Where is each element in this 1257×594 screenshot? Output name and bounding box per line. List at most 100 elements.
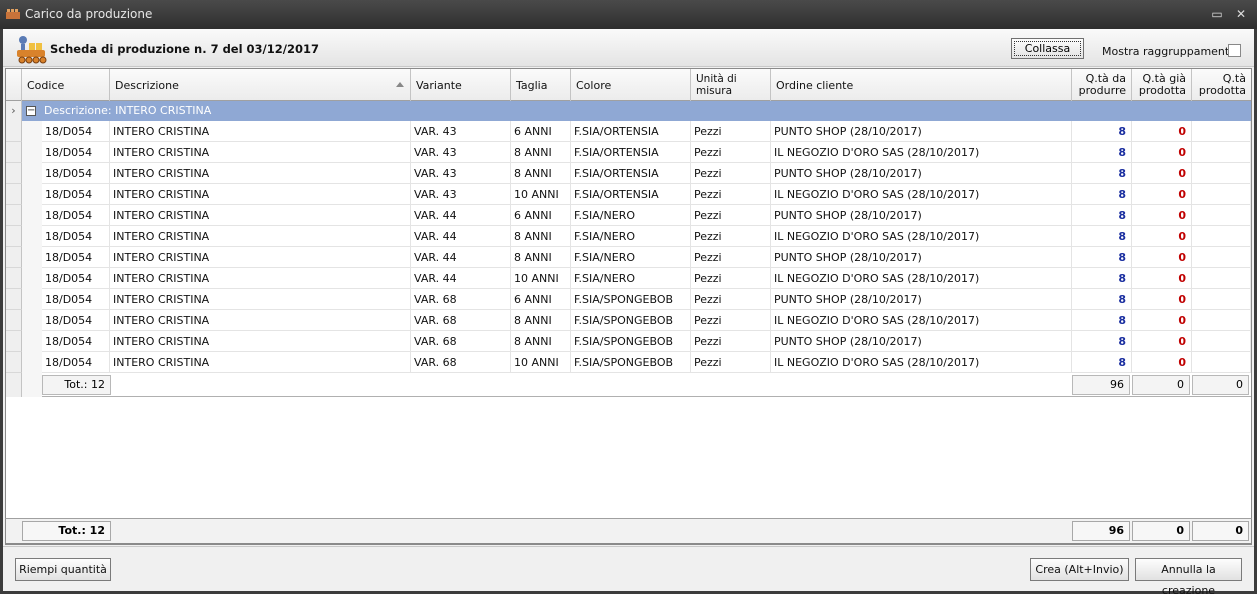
row-indicator[interactable] (6, 310, 22, 331)
group-total-qta-prodotta: 0 (1192, 375, 1249, 395)
cell-qta-prodotta[interactable] (1192, 226, 1251, 247)
table-row[interactable]: 18/D054 INTERO CRISTINA VAR. 43 8 ANNI F.SIA… (6, 142, 1251, 163)
table-row[interactable]: 18/D054 INTERO CRISTINA VAR. 44 10 ANNI F.SI… (6, 268, 1251, 289)
column-header-colore[interactable]: Colore (571, 69, 691, 101)
cell-qta-da-produrre: 8 (1072, 184, 1132, 205)
page-title: Scheda di produzione n. 7 del 03/12/2017 (50, 42, 319, 56)
table-row[interactable]: 18/D054 INTERO CRISTINA VAR. 68 10 ANNI F.SI… (6, 352, 1251, 373)
cell-qta-prodotta[interactable] (1192, 184, 1251, 205)
table-row[interactable]: 18/D054 INTERO CRISTINA VAR. 68 6 ANNI F.SIA… (6, 289, 1251, 310)
cell-unita: Pezzi (691, 289, 771, 310)
row-indicator[interactable] (6, 289, 22, 310)
table-row[interactable]: 18/D054 INTERO CRISTINA VAR. 43 6 ANNI F.SIA… (6, 121, 1251, 142)
cell-descrizione: INTERO CRISTINA (110, 163, 411, 184)
cell-qta-prodotta[interactable] (1192, 247, 1251, 268)
app-icon (6, 9, 20, 19)
cell-descrizione: INTERO CRISTINA (110, 289, 411, 310)
group-total-qta-gia-prodotta: 0 (1132, 375, 1190, 395)
cell-qta-gia-prodotta: 0 (1132, 163, 1192, 184)
cell-codice: 18/D054 (42, 331, 110, 352)
cell-taglia: 10 ANNI (511, 184, 571, 205)
grouping-checkbox[interactable] (1228, 44, 1241, 57)
cancel-creation-button[interactable]: Annulla la creazione (1135, 558, 1242, 594)
grand-total-count: Tot.: 12 (22, 521, 111, 541)
collapse-button[interactable]: Collassa (1011, 38, 1084, 59)
table-row[interactable]: 18/D054 INTERO CRISTINA VAR. 44 8 ANNI F.SIA… (6, 247, 1251, 268)
cell-variante: VAR. 43 (411, 163, 511, 184)
table-row[interactable]: 18/D054 INTERO CRISTINA VAR. 43 10 ANNI F.SI… (6, 184, 1251, 205)
table-row[interactable]: 18/D054 INTERO CRISTINA VAR. 68 8 ANNI F.SIA… (6, 331, 1251, 352)
cell-qta-prodotta[interactable] (1192, 163, 1251, 184)
dialog-content: Scheda di produzione n. 7 del 03/12/2017… (3, 29, 1254, 594)
cell-qta-prodotta[interactable] (1192, 121, 1251, 142)
row-indicator[interactable] (6, 184, 22, 205)
cell-codice: 18/D054 (42, 142, 110, 163)
cell-descrizione: INTERO CRISTINA (110, 142, 411, 163)
column-header-descrizione-label: Descrizione (115, 78, 179, 92)
group-total-row: Tot.: 12 96 0 0 (6, 373, 1251, 397)
cell-qta-prodotta[interactable] (1192, 205, 1251, 226)
table-row[interactable]: 18/D054 INTERO CRISTINA VAR. 68 8 ANNI F.SIA… (6, 310, 1251, 331)
cell-qta-prodotta[interactable] (1192, 142, 1251, 163)
group-band[interactable]: − Descrizione: INTERO CRISTINA (22, 101, 1251, 121)
column-header-qta-prodotta[interactable]: Q.tà prodotta (1192, 69, 1251, 101)
row-indicator[interactable] (6, 352, 22, 373)
column-header-unita[interactable]: Unità di misura (691, 69, 771, 101)
column-header-taglia[interactable]: Taglia (511, 69, 571, 101)
cell-qta-prodotta[interactable] (1192, 331, 1251, 352)
table-row[interactable]: 18/D054 INTERO CRISTINA VAR. 44 8 ANNI F.SIA… (6, 226, 1251, 247)
column-header-descrizione[interactable]: Descrizione (110, 69, 411, 101)
bottom-bar: Riempi quantità Crea (Alt+Invio) Annulla… (3, 546, 1254, 594)
row-indicator[interactable] (6, 331, 22, 352)
collapse-minus-icon[interactable]: − (26, 106, 36, 116)
cell-qta-prodotta[interactable] (1192, 268, 1251, 289)
cell-variante: VAR. 44 (411, 268, 511, 289)
fill-quantity-button[interactable]: Riempi quantità (15, 558, 111, 581)
create-button[interactable]: Crea (Alt+Invio) (1030, 558, 1129, 581)
row-indicator[interactable] (6, 163, 22, 184)
cell-codice: 18/D054 (42, 205, 110, 226)
cell-ordine: IL NEGOZIO D'ORO SAS (28/10/2017) (771, 268, 1072, 289)
row-indicator[interactable] (6, 268, 22, 289)
cell-qta-prodotta[interactable] (1192, 310, 1251, 331)
cell-qta-gia-prodotta: 0 (1132, 310, 1192, 331)
column-header-codice[interactable]: Codice (22, 69, 110, 101)
cell-qta-prodotta[interactable] (1192, 352, 1251, 373)
group-indent (22, 205, 42, 226)
row-indicator[interactable] (6, 142, 22, 163)
cell-qta-prodotta[interactable] (1192, 289, 1251, 310)
grand-total-qta-da-produrre: 96 (1072, 521, 1130, 541)
group-indent (22, 247, 42, 268)
group-total-count: Tot.: 12 (42, 375, 111, 395)
cell-unita: Pezzi (691, 268, 771, 289)
cell-taglia: 10 ANNI (511, 268, 571, 289)
column-header-ordine[interactable]: Ordine cliente (771, 69, 1072, 101)
cell-qta-da-produrre: 8 (1072, 226, 1132, 247)
cell-ordine: PUNTO SHOP (28/10/2017) (771, 289, 1072, 310)
table-row[interactable]: 18/D054 INTERO CRISTINA VAR. 44 6 ANNI F.SIA… (6, 205, 1251, 226)
group-row[interactable]: › − Descrizione: INTERO CRISTINA (6, 101, 1251, 121)
row-indicator[interactable] (6, 226, 22, 247)
close-icon[interactable]: ✕ (1235, 8, 1247, 20)
grand-total-qta-gia-prodotta: 0 (1132, 521, 1190, 541)
row-indicator[interactable] (6, 121, 22, 142)
cell-qta-gia-prodotta: 0 (1132, 121, 1192, 142)
row-indicator[interactable] (6, 247, 22, 268)
cell-colore: F.SIA/ORTENSIA (571, 184, 691, 205)
table-row[interactable]: 18/D054 INTERO CRISTINA VAR. 43 8 ANNI F.SIA… (6, 163, 1251, 184)
cell-taglia: 6 ANNI (511, 121, 571, 142)
cell-ordine: IL NEGOZIO D'ORO SAS (28/10/2017) (771, 142, 1072, 163)
group-indent (22, 226, 42, 247)
cell-colore: F.SIA/SPONGEBOB (571, 331, 691, 352)
cell-taglia: 6 ANNI (511, 205, 571, 226)
cell-descrizione: INTERO CRISTINA (110, 205, 411, 226)
column-header-qta-gia-prodotta[interactable]: Q.tà già prodotta (1132, 69, 1192, 101)
row-indicator[interactable] (6, 205, 22, 226)
row-indicator (6, 373, 22, 397)
cell-qta-da-produrre: 8 (1072, 331, 1132, 352)
cell-taglia: 8 ANNI (511, 163, 571, 184)
cell-qta-gia-prodotta: 0 (1132, 268, 1192, 289)
maximize-icon[interactable]: ▭ (1211, 8, 1223, 20)
column-header-qta-da-produrre[interactable]: Q.tà da produrre (1072, 69, 1132, 101)
column-header-variante[interactable]: Variante (411, 69, 511, 101)
